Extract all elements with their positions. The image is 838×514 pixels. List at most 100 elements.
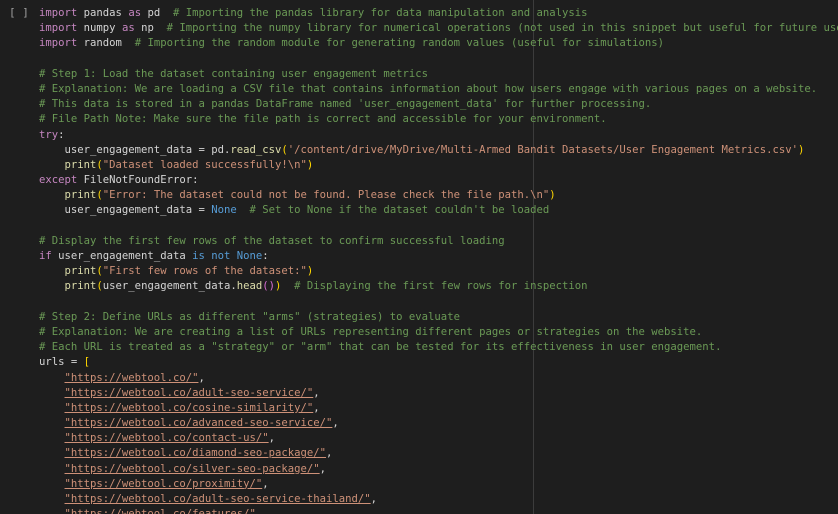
code-text: user_engagement_data. bbox=[102, 280, 237, 293]
url-string: "https://webtool.co/adult-seo-service/" bbox=[64, 386, 314, 399]
keyword: import bbox=[39, 7, 78, 19]
code-line[interactable]: "https://webtool.co/advanced-seo-service… bbox=[39, 416, 838, 431]
code-text: , bbox=[319, 462, 327, 475]
code-line[interactable]: "https://webtool.co/features/", bbox=[39, 507, 838, 514]
code-line[interactable]: # File Path Note: Make sure the file pat… bbox=[39, 112, 838, 127]
code-text: numpy bbox=[77, 22, 122, 35]
code-line[interactable]: # Explanation: We are loading a CSV file… bbox=[39, 82, 838, 97]
code-line[interactable]: urls = [ bbox=[39, 355, 838, 370]
code-text: random bbox=[77, 37, 135, 50]
code-line[interactable]: "https://webtool.co/adult-seo-service-th… bbox=[39, 492, 838, 507]
code-line[interactable]: # Display the first few rows of the data… bbox=[39, 234, 838, 249]
keyword: import bbox=[39, 37, 78, 50]
code-line[interactable]: # Each URL is treated as a "strategy" or… bbox=[39, 340, 838, 355]
code-line[interactable]: user_engagement_data = pd.read_csv('/con… bbox=[39, 143, 838, 158]
comment: # Importing the numpy library for numeri… bbox=[166, 22, 838, 35]
code-text: : bbox=[58, 128, 65, 141]
notebook-code-cell[interactable]: [ ] import pandas as pd # Importing the … bbox=[0, 0, 838, 514]
code-line[interactable]: import numpy as np # Importing the numpy… bbox=[39, 21, 838, 36]
code-line[interactable]: # Explanation: We are creating a list of… bbox=[39, 325, 838, 340]
code-text: user_engagement_data = pd. bbox=[39, 143, 231, 156]
code-text: , bbox=[332, 417, 339, 430]
url-string: "https://webtool.co/" bbox=[64, 371, 199, 384]
url-string: "https://webtool.co/proximity/" bbox=[64, 477, 263, 490]
code-line[interactable]: "https://webtool.co/", bbox=[39, 371, 838, 386]
constant-keyword: is not bbox=[192, 250, 231, 262]
code-line[interactable]: print("First few rows of the dataset:") bbox=[39, 264, 838, 279]
code-line[interactable]: "https://webtool.co/diamond-seo-package/… bbox=[39, 446, 838, 461]
code-text: , bbox=[326, 447, 333, 460]
code-line[interactable]: "https://webtool.co/silver-seo-package/"… bbox=[39, 462, 838, 477]
code-text: , bbox=[198, 371, 205, 384]
code-line[interactable]: "https://webtool.co/adult-seo-service/", bbox=[39, 386, 838, 401]
bracket: ) bbox=[306, 158, 314, 171]
comment: # Each URL is treated as a "strategy" or… bbox=[39, 341, 722, 354]
comment: # Step 1: Load the dataset containing us… bbox=[39, 67, 429, 80]
bracket: [ bbox=[83, 356, 91, 369]
keyword: import bbox=[39, 22, 78, 35]
code-text: , bbox=[370, 493, 378, 505]
string-literal: "Error: The dataset could not be found. … bbox=[102, 189, 550, 202]
url-string: "https://webtool.co/contact-us/" bbox=[64, 432, 269, 445]
code-line[interactable] bbox=[39, 295, 838, 310]
keyword: as bbox=[128, 7, 142, 19]
function-name: head bbox=[236, 280, 263, 293]
code-line[interactable]: if user_engagement_data is not None: bbox=[39, 249, 838, 264]
bracket: ) bbox=[798, 143, 805, 156]
function-name: print bbox=[64, 280, 97, 293]
keyword: as bbox=[121, 22, 135, 35]
url-string: "https://webtool.co/diamond-seo-package/… bbox=[64, 447, 327, 460]
comment: # Importing the pandas library for data … bbox=[172, 7, 588, 19]
code-line[interactable]: "https://webtool.co/contact-us/", bbox=[39, 431, 838, 446]
function-name: read_csv bbox=[230, 143, 282, 156]
constant-keyword: None bbox=[236, 250, 263, 262]
code-editor[interactable]: import pandas as pd # Importing the pand… bbox=[39, 6, 838, 514]
code-line[interactable]: print(user_engagement_data.head()) # Dis… bbox=[39, 279, 838, 294]
comment: # Explanation: We are loading a CSV file… bbox=[39, 82, 818, 95]
code-line[interactable]: # This data is stored in a pandas DataFr… bbox=[39, 97, 838, 112]
string-literal: "First few rows of the dataset:" bbox=[102, 265, 307, 278]
code-text: : bbox=[262, 250, 269, 262]
url-string: "https://webtool.co/adult-seo-service-th… bbox=[64, 493, 371, 505]
code-line[interactable]: user_engagement_data = None # Set to Non… bbox=[39, 203, 838, 218]
keyword: except bbox=[39, 174, 78, 187]
code-line[interactable]: import pandas as pd # Importing the pand… bbox=[39, 6, 838, 21]
code-text: pd bbox=[141, 7, 173, 19]
keyword: if bbox=[39, 250, 52, 262]
url-string: "https://webtool.co/features/" bbox=[65, 508, 256, 514]
code-line[interactable]: # Step 2: Define URLs as different "arms… bbox=[39, 310, 838, 325]
code-line[interactable]: print("Dataset loaded successfully!\n") bbox=[39, 158, 838, 173]
code-line[interactable]: # Step 1: Load the dataset containing us… bbox=[39, 67, 838, 82]
code-line[interactable]: except FileNotFoundError: bbox=[39, 173, 838, 188]
url-string: "https://webtool.co/cosine-similarity/" bbox=[64, 401, 314, 414]
code-text: urls = bbox=[39, 356, 84, 369]
code-line[interactable] bbox=[39, 219, 838, 234]
bracket: ) bbox=[306, 265, 314, 278]
url-string: "https://webtool.co/silver-seo-package/" bbox=[64, 462, 320, 475]
comment: # This data is stored in a pandas DataFr… bbox=[39, 98, 652, 111]
cell-run-indicator[interactable]: [ ] bbox=[9, 6, 29, 19]
code-line[interactable]: print("Error: The dataset could not be f… bbox=[39, 188, 838, 203]
code-line[interactable] bbox=[39, 52, 838, 67]
code-line[interactable]: "https://webtool.co/proximity/", bbox=[39, 477, 838, 492]
code-line[interactable]: "https://webtool.co/cosine-similarity/", bbox=[39, 401, 838, 416]
code-text: FileNotFoundError: bbox=[77, 174, 199, 187]
code-text: np bbox=[134, 22, 167, 35]
comment: # Explanation: We are creating a list of… bbox=[39, 325, 703, 338]
code-line[interactable]: try: bbox=[39, 128, 838, 143]
comment: # Display the first few rows of the data… bbox=[39, 234, 505, 247]
code-line[interactable]: import random # Importing the random mod… bbox=[39, 36, 838, 51]
